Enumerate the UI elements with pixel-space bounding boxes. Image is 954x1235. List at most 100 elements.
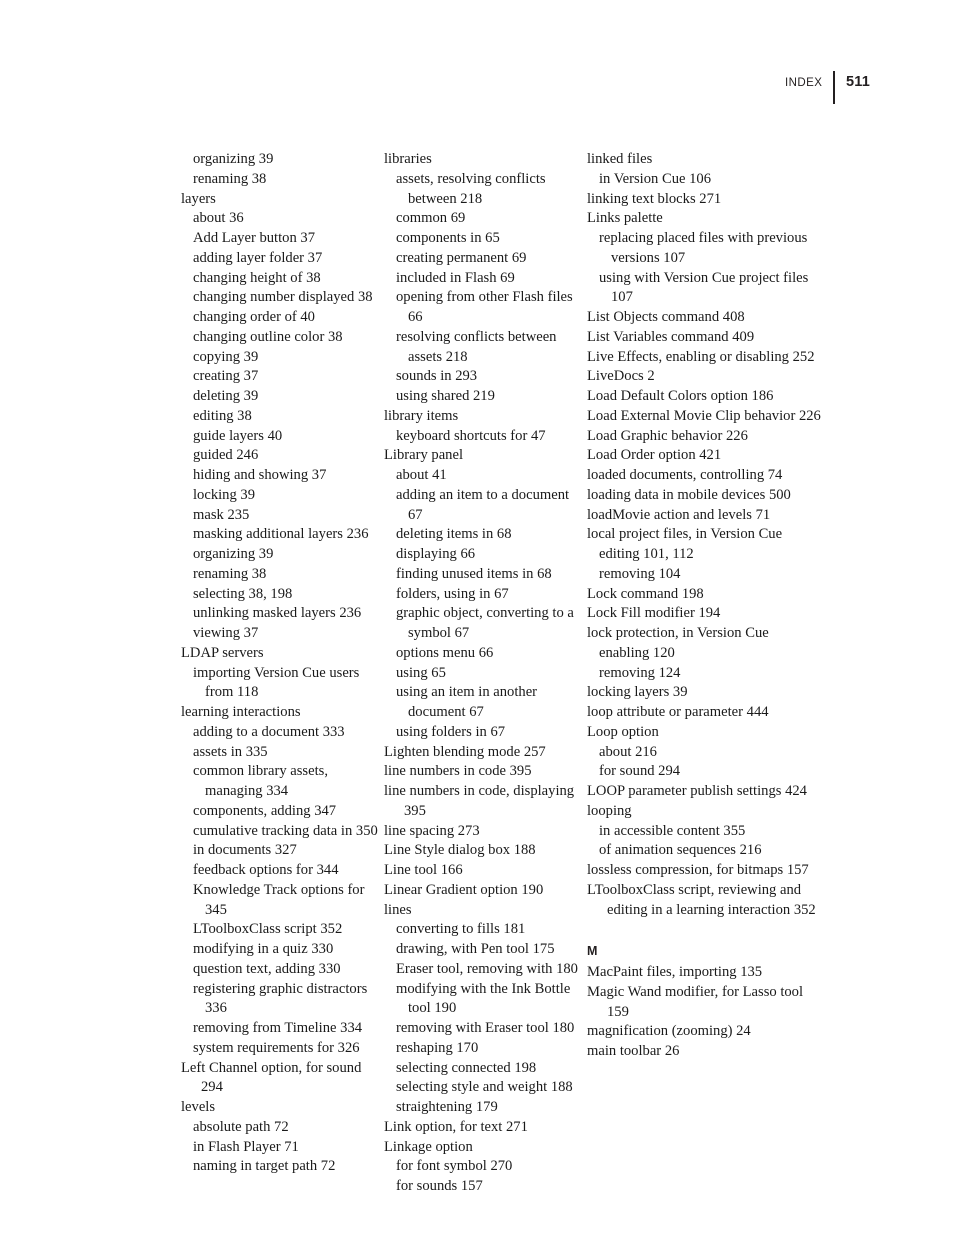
index-entry-sub: guided 246 [193,447,259,464]
index-entry-sub: removing with Eraser tool 180 [396,1020,575,1036]
index-entry-main: Load Order option 421 [587,447,722,464]
index-entry-sub: mask 235 [193,506,250,523]
index-entry-main: local project files, in Version Cue [587,526,783,543]
index-entry-main: layers [181,190,216,207]
index-entry-main: Load Default Colors option 186 [587,388,774,404]
index-entry-sub: assets in 335 [193,743,268,760]
index-entry-sub: renaming 38 [193,565,267,582]
index-entry-main: Left Channel option, for sound 294 [181,1059,362,1096]
index-section-letter: M [587,944,598,959]
index-entry-main: lock protection, in Version Cue [587,625,769,641]
index-entry-sub: about 41 [396,467,447,483]
index-entry-sub: registering graphic distractors 336 [193,980,368,1017]
index-entry-main: Loop option [587,723,659,740]
index-entry-sub: opening from other Flash files 66 [396,289,573,325]
index-entry-sub: Add Layer button 37 [193,230,315,246]
index-entry-sub: absolute path 72 [193,1118,289,1135]
index-entry-sub: drawing, with Pen tool 175 [396,941,555,957]
index-entry-sub: sounds in 293 [396,368,478,385]
index-entry-sub: of animation sequences 216 [599,842,762,859]
index-entry-main: Linear Gradient option 190 [384,881,544,898]
index-entry-sub: for sounds 157 [396,1178,483,1194]
index-entry-sub: in Version Cue 106 [599,170,712,187]
index-entry-main: loadMovie action and levels 71 [587,506,771,523]
index-entry-main: LToolboxClass script, reviewing and edit… [587,881,816,918]
index-entry-sub: unlinking masked layers 236 [193,605,362,622]
index-entry-main: Load External Movie Clip behavior 226 [587,407,821,424]
index-entry-sub: folders, using in 67 [396,585,509,602]
index-entry-sub: about 36 [193,210,244,227]
index-entry-main: List Variables command 409 [587,328,755,345]
index-entry-sub: changing outline color 38 [193,328,343,345]
index-entry-sub: in Flash Player 71 [193,1138,299,1155]
index-entry-main: Link option, for text 271 [384,1118,528,1135]
index-entry-sub: importing Version Cue users from 118 [193,664,360,701]
header-index-label: INDEX [785,77,823,89]
index-entry-main: Load Graphic behavior 226 [587,427,748,444]
index-entry-sub: changing height of 38 [193,269,321,286]
page-number: 511 [846,74,870,90]
index-entry-sub: reshaping 170 [396,1039,479,1056]
index-entry-sub: editing 101, 112 [599,546,694,562]
index-entry-sub: deleting 39 [193,388,259,404]
index-entry-sub: resolving conflicts between assets 218 [396,328,557,365]
index-entry-sub: deleting items in 68 [396,526,512,543]
index-entry-sub: masking additional layers 236 [193,526,369,543]
index-entry-main: linked files [587,151,653,167]
index-entry-sub: modifying in a quiz 330 [193,941,334,957]
index-entry-sub: hiding and showing 37 [193,467,327,483]
index-entry-sub: removing from Timeline 334 [193,1020,363,1036]
index-entry-main: Lock Fill modifier 194 [587,605,721,622]
index-entry-sub: removing 104 [599,565,681,582]
index-entry-sub: naming in target path 72 [193,1158,336,1175]
index-entry-main: lines [384,901,412,918]
index-column-2: libraries assets, resolving conflicts bet… [384,150,587,1197]
index-entry-sub: adding to a document 333 [193,723,345,740]
index-entry-sub: using folders in 67 [396,723,506,740]
index-entry-main: Lighten blending mode 257 [384,743,546,760]
index-entry-main: loading data in mobile devices 500 [587,486,791,503]
index-entry-sub: question text, adding 330 [193,960,341,977]
index-entry-main: Library panel [384,447,464,464]
index-entry-sub: in documents 327 [193,842,297,859]
index-entry-sub: replacing placed files with previous ver… [599,230,808,266]
index-entry-sub: organizing 39 [193,151,274,167]
index-entry-sub: for font symbol 270 [396,1158,513,1175]
index-entry-sub: using 65 [396,664,446,681]
index-column-3: linked files in Version Cue 106 linking te… [587,150,827,1197]
index-entry-main: line numbers in code, displaying 395 [384,783,575,819]
index-entry-main: LDAP servers [181,644,264,661]
index-entry-main: Linkage option [384,1138,473,1155]
index-entry-sub: adding an item to a document 67 [396,486,570,523]
index-entry-sub: included in Flash 69 [396,269,515,286]
index-entry-main: Live Effects, enabling or disabling 252 [587,348,815,365]
index-entry-sub: LToolboxClass script 352 [193,921,343,938]
index-entry-sub: editing 38 [193,407,252,424]
index-entry-main: libraries [384,151,432,167]
index-entry-sub: removing 124 [599,664,681,681]
index-entry-sub: cumulative tracking data in 350 [193,822,378,839]
index-entry-sub: adding layer folder 37 [193,249,323,266]
index-entry-sub: using shared 219 [396,388,495,404]
index-entry-sub: keyboard shortcuts for 47 [396,427,546,444]
index-entry-main: main toolbar 26 [587,1043,680,1059]
running-header: INDEX 511 [785,71,870,108]
index-entry-main: Line Style dialog box 188 [384,842,536,859]
index-entry-main: locking layers 39 [587,684,688,701]
index-entry-sub: options menu 66 [396,644,494,661]
index-entry-main: line numbers in code 395 [384,763,532,780]
index-entry-main: Links palette [587,210,663,227]
index-entry-main: lossless compression, for bitmaps 157 [587,862,809,878]
index-entry-sub: displaying 66 [396,546,476,562]
index-entry-main: linking text blocks 271 [587,190,722,207]
index-entry-main: magnification (zooming) 24 [587,1023,751,1040]
index-entry-sub: creating 37 [193,368,259,385]
index-entry-main: learning interactions [181,704,301,720]
index-entry-sub: graphic object, converting to a symbol 6… [396,605,574,641]
index-entry-sub: assets, resolving conflicts between 218 [396,170,546,207]
index-entry-sub: viewing 37 [193,625,259,641]
index-entry-sub: using with Version Cue project files 107 [599,269,809,306]
index-entry-sub: about 216 [599,743,657,760]
index-entry-sub: in accessible content 355 [599,822,746,839]
index-entry-sub: common 69 [396,210,466,227]
